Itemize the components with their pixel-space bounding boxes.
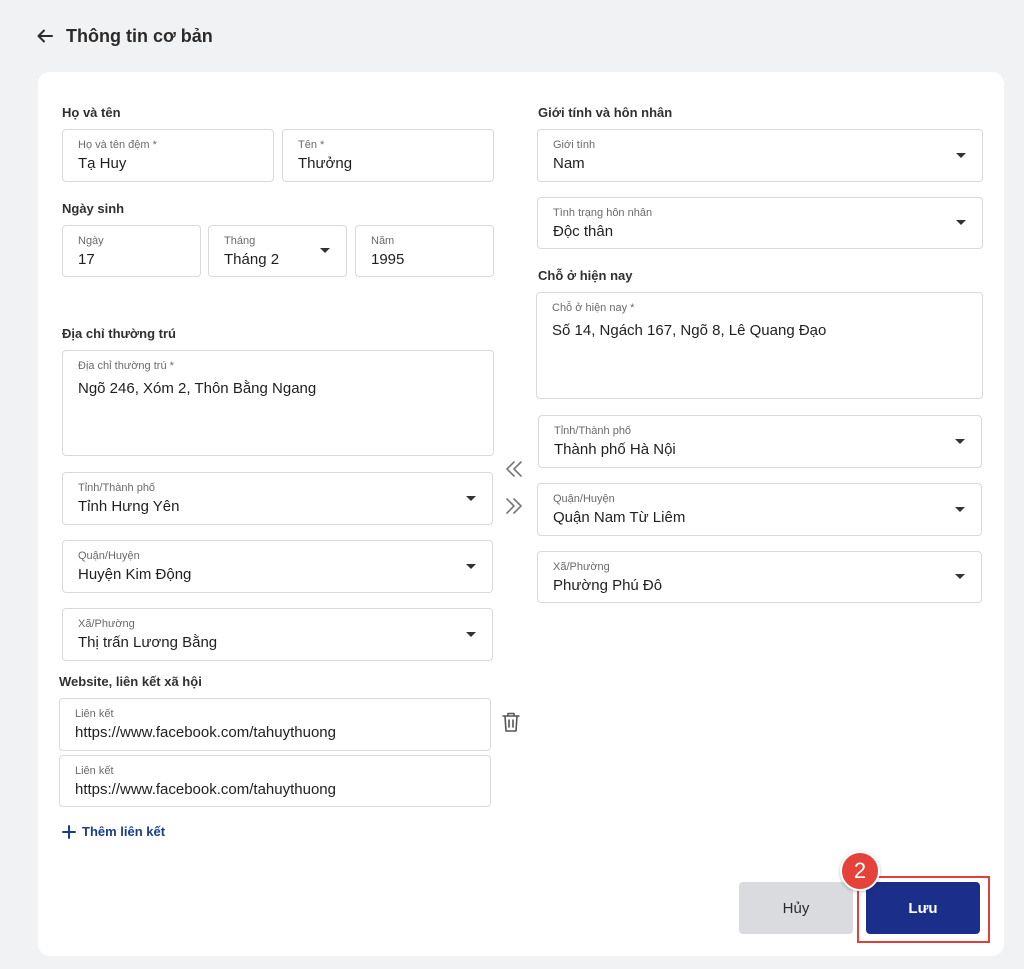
plus-icon (62, 824, 76, 839)
section-website: Website, liên kết xã hội (59, 674, 202, 689)
chevron-down-icon (466, 495, 476, 501)
gender-select[interactable]: Giới tính Nam (537, 129, 983, 182)
section-birthdate: Ngày sinh (62, 201, 125, 216)
section-permanent-address: Địa chỉ thường trú (62, 326, 176, 341)
chevron-down-icon (466, 631, 476, 637)
permanent-province-select[interactable]: Tỉnh/Thành phố Tỉnh Hưng Yên (62, 472, 493, 525)
field-value: Thị trấn Lương Bằng (78, 634, 218, 651)
link-field-2[interactable]: Liên kết https://www.facebook.com/tahuyt… (59, 755, 491, 807)
field-label: Liên kết (75, 765, 114, 777)
year-field[interactable]: Năm 1995 (355, 225, 494, 277)
current-province-select[interactable]: Tỉnh/Thành phố Thành phố Hà Nội (538, 415, 982, 468)
step-badge: 2 (840, 851, 880, 891)
trash-icon[interactable] (501, 711, 521, 733)
field-label: Tháng (224, 235, 256, 247)
field-value: Quận Nam Từ Liêm (553, 509, 686, 526)
field-value: Tỉnh Hưng Yên (78, 498, 180, 515)
marital-status-select[interactable]: Tình trạng hôn nhân Độc thân (537, 197, 983, 249)
field-label: Tỉnh/Thành phố (78, 482, 156, 494)
field-value: 17 (78, 251, 95, 268)
month-select[interactable]: Tháng Tháng 2 (208, 225, 347, 277)
current-district-select[interactable]: Quận/Huyện Quận Nam Từ Liêm (537, 483, 982, 536)
section-full-name: Họ và tên (62, 105, 121, 120)
field-label: Xã/Phường (78, 618, 135, 630)
field-value: Tạ Huy (78, 155, 127, 172)
save-button[interactable]: Lưu (866, 882, 980, 934)
chevron-down-icon (466, 563, 476, 569)
current-address-textarea[interactable]: Chỗ ở hiện nay * Số 14, Ngách 167, Ngõ 8… (536, 292, 983, 399)
page-header: Thông tin cơ bản (36, 22, 213, 50)
field-value: Số 14, Ngách 167, Ngõ 8, Lê Quang Đạo (552, 322, 827, 339)
field-value: https://www.facebook.com/tahuythuong (75, 781, 336, 798)
cancel-button[interactable]: Hủy (739, 882, 853, 934)
current-ward-select[interactable]: Xã/Phường Phường Phú Đô (537, 551, 982, 603)
field-label: Tên * (298, 139, 325, 151)
section-current-address: Chỗ ở hiện nay (538, 268, 633, 283)
first-name-field[interactable]: Tên * Thưởng (282, 129, 494, 182)
field-label: Quận/Huyện (553, 493, 615, 505)
field-label: Xã/Phường (553, 561, 610, 573)
double-chevron-left-icon[interactable] (503, 458, 525, 480)
chevron-down-icon (955, 438, 965, 444)
field-label: Chỗ ở hiện nay * (552, 302, 635, 314)
field-value: Ngõ 246, Xóm 2, Thôn Bằng Ngang (78, 380, 317, 397)
field-label: Địa chỉ thường trú * (78, 360, 174, 372)
page-title: Thông tin cơ bản (66, 25, 213, 46)
field-value: Huyện Kim Động (78, 566, 192, 583)
chevron-down-icon (955, 506, 965, 512)
section-gender-marital: Giới tính và hôn nhân (538, 105, 673, 120)
double-chevron-right-icon[interactable] (503, 495, 525, 517)
permanent-ward-select[interactable]: Xã/Phường Thị trấn Lương Bằng (62, 608, 493, 661)
field-value: 1995 (371, 251, 405, 268)
chevron-down-icon (956, 220, 966, 225)
arrow-left-icon[interactable] (36, 27, 54, 45)
field-value: Thành phố Hà Nội (554, 441, 676, 458)
middle-name-field[interactable]: Họ và tên đệm * Tạ Huy (62, 129, 274, 182)
permanent-district-select[interactable]: Quận/Huyện Huyện Kim Động (62, 540, 493, 593)
link-field-1[interactable]: Liên kết https://www.facebook.com/tahuyt… (59, 698, 491, 751)
add-link-button[interactable]: Thêm liên kết (62, 824, 165, 839)
field-value: Nam (553, 155, 585, 172)
chevron-down-icon (955, 574, 965, 579)
field-label: Ngày (78, 235, 104, 247)
field-label: Giới tính (553, 139, 596, 151)
field-label: Năm (371, 235, 395, 247)
field-label: Tình trạng hôn nhân (553, 207, 653, 219)
field-value: Tháng 2 (224, 251, 280, 268)
field-label: Họ và tên đệm * (78, 139, 157, 151)
field-label: Quận/Huyện (78, 550, 140, 562)
field-value: https://www.facebook.com/tahuythuong (75, 724, 336, 741)
chevron-down-icon (956, 152, 966, 158)
add-link-label: Thêm liên kết (82, 824, 166, 839)
field-value: Độc thân (553, 223, 614, 240)
field-value: Phường Phú Đô (553, 577, 663, 594)
field-value: Thưởng (298, 155, 353, 172)
chevron-down-icon (320, 248, 330, 253)
field-label: Tỉnh/Thành phố (554, 425, 632, 437)
permanent-address-textarea[interactable]: Địa chỉ thường trú * Ngõ 246, Xóm 2, Thô… (62, 350, 494, 456)
day-field[interactable]: Ngày 17 (62, 225, 201, 277)
field-label: Liên kết (75, 708, 114, 720)
